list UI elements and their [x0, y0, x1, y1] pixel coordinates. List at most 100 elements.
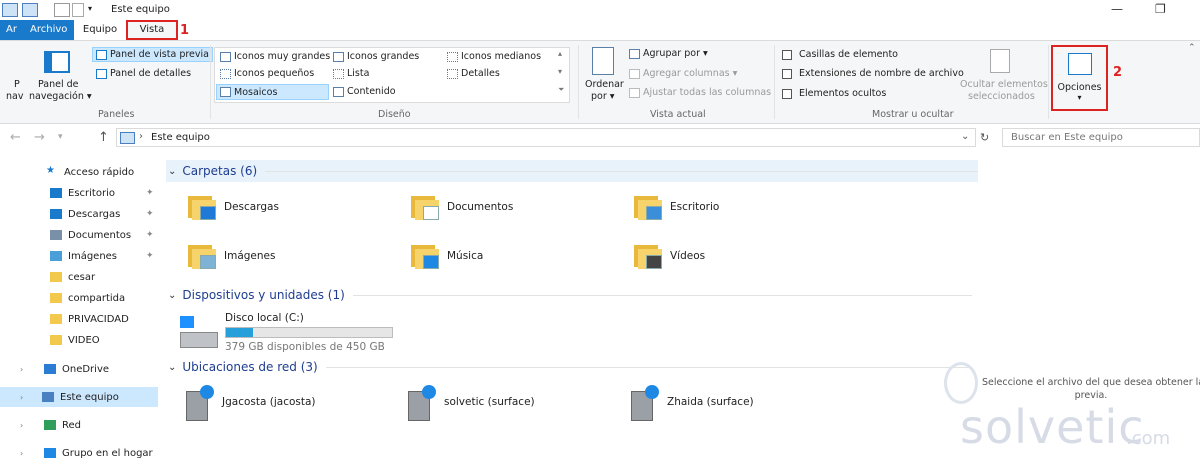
- folder-tile[interactable]: Imágenes: [186, 241, 275, 271]
- checkbox[interactable]: [782, 49, 792, 60]
- navigation-pane-button[interactable]: navegación ▾: [29, 91, 92, 102]
- sidebar-item-label: Acceso rápido: [64, 166, 135, 178]
- layout-large-icons[interactable]: Iconos grandes: [333, 51, 419, 62]
- sidebar-item[interactable]: Descargas ✦: [0, 204, 158, 224]
- restore-icon[interactable]: ❐: [1155, 2, 1166, 16]
- checkbox[interactable]: [782, 68, 792, 79]
- details-pane-button[interactable]: Panel de detalles: [96, 68, 191, 79]
- sidebar-item[interactable]: › Este equipo: [0, 387, 158, 407]
- item-checkboxes-toggle[interactable]: Casillas de elemento: [782, 49, 898, 60]
- chevron-down-icon: ⌄: [168, 289, 177, 301]
- layout-medium-icons[interactable]: Iconos medianos: [447, 51, 541, 62]
- pin-icon[interactable]: ✦: [146, 209, 154, 219]
- search-input[interactable]: Buscar en Este equipo: [1002, 128, 1200, 147]
- tab-archivo[interactable]: Ar Archivo: [0, 20, 74, 40]
- folder-tile[interactable]: Documentos: [409, 192, 513, 222]
- divider: [352, 294, 972, 296]
- sidebar-item-icon: ★: [46, 165, 55, 176]
- preview-pane-button[interactable]: Panel de vista previa: [92, 47, 213, 62]
- layout-list[interactable]: Lista: [333, 68, 369, 79]
- layout-tiles[interactable]: Mosaicos: [216, 84, 329, 100]
- sidebar-item[interactable]: Imágenes ✦: [0, 246, 158, 266]
- minimize-icon[interactable]: —: [1111, 2, 1123, 16]
- gallery-expand-icon[interactable]: ⏷: [558, 85, 564, 95]
- gallery-scroll-up-icon[interactable]: ▴: [558, 49, 562, 58]
- folder-tile[interactable]: Vídeos: [632, 241, 705, 271]
- group-by-button[interactable]: Agrupar por ▾: [629, 48, 708, 59]
- folder-tile[interactable]: Música: [409, 241, 483, 271]
- section-title: Dispositivos y unidades (1): [182, 288, 345, 302]
- pin-icon[interactable]: ✦: [146, 251, 154, 261]
- sort-by-label[interactable]: Ordenar: [585, 79, 624, 90]
- breadcrumb[interactable]: Este equipo: [151, 132, 210, 143]
- collapse-ribbon-icon[interactable]: ⌃: [1188, 43, 1196, 53]
- layout-label: Iconos muy grandes: [234, 51, 331, 62]
- sidebar-item[interactable]: cesar: [0, 267, 158, 287]
- layout-details[interactable]: Detalles: [447, 68, 500, 79]
- layout-extra-large-icons[interactable]: Iconos muy grandes: [220, 51, 330, 62]
- quick-access-dropdown-icon[interactable]: ▾: [88, 4, 98, 16]
- expand-chevron-icon[interactable]: ›: [20, 421, 23, 430]
- chevron-down-icon: ▾: [732, 68, 738, 79]
- new-folder-icon[interactable]: [72, 3, 84, 17]
- section-carpetas[interactable]: ⌄ Carpetas (6): [166, 160, 978, 182]
- sidebar-item[interactable]: Documentos ✦: [0, 225, 158, 245]
- address-bar[interactable]: › Este equipo ⌄: [116, 128, 976, 147]
- breadcrumb-chevron-icon[interactable]: ›: [139, 131, 143, 142]
- gallery-scroll-down-icon[interactable]: ▾: [558, 67, 562, 76]
- sidebar-item[interactable]: › Red: [0, 415, 158, 435]
- hidden-items-toggle[interactable]: Elementos ocultos: [782, 88, 886, 99]
- fit-columns-button[interactable]: Ajustar todas las columnas: [629, 87, 771, 98]
- sidebar-item[interactable]: › Grupo en el hogar: [0, 443, 158, 463]
- preview-message-line1: Seleccione el archivo del que desea obte…: [982, 377, 1200, 388]
- expand-chevron-icon[interactable]: ›: [20, 393, 23, 402]
- layout-content[interactable]: Contenido: [333, 86, 396, 97]
- expand-chevron-icon[interactable]: ›: [20, 449, 23, 458]
- network-computer-icon: [629, 385, 659, 421]
- separator: [210, 45, 211, 119]
- folder-label: Escritorio: [670, 201, 720, 213]
- navigation-pane-label[interactable]: Panel de: [38, 79, 79, 90]
- sidebar-item[interactable]: VIDEO: [0, 330, 158, 350]
- network-location-tile[interactable]: Zhaida (surface): [629, 385, 754, 421]
- forward-arrow-icon[interactable]: →: [34, 130, 45, 145]
- annotation-mark-2: 2: [1113, 65, 1123, 80]
- sidebar-item-icon: [50, 209, 62, 219]
- group-mostrar-ocultar: Mostrar u ocultar: [872, 109, 954, 120]
- network-location-tile[interactable]: solvetic (surface): [406, 385, 535, 421]
- folder-tile[interactable]: Descargas: [186, 192, 279, 222]
- file-extensions-toggle[interactable]: Extensiones de nombre de archivo: [782, 68, 964, 79]
- expand-chevron-icon[interactable]: ›: [20, 365, 23, 374]
- folder-tile[interactable]: Escritorio: [632, 192, 719, 222]
- hide-selected-label[interactable]: Ocultar elementos: [960, 79, 1048, 90]
- drive-tile[interactable]: Disco local (C:) 379 GB disponibles de 4…: [180, 312, 393, 353]
- refresh-icon[interactable]: ↻: [980, 131, 989, 144]
- sort-by-icon[interactable]: [592, 47, 614, 75]
- sidebar-item[interactable]: Escritorio ✦: [0, 183, 158, 203]
- sidebar-item[interactable]: compartida: [0, 288, 158, 308]
- sidebar-item[interactable]: ★ Acceso rápido: [0, 162, 158, 182]
- pin-icon[interactable]: ✦: [146, 230, 154, 240]
- add-columns-button[interactable]: Agregar columnas ▾: [629, 68, 737, 79]
- network-location-tile[interactable]: Jgacosta (jacosta): [184, 385, 316, 421]
- properties-icon[interactable]: [54, 3, 70, 17]
- tab-equipo[interactable]: Equipo: [76, 20, 124, 40]
- sidebar-item[interactable]: › OneDrive: [0, 359, 158, 379]
- options-button[interactable]: Opciones ▾: [1051, 45, 1108, 111]
- tab-vista[interactable]: Vista: [126, 20, 178, 40]
- back-arrow-icon[interactable]: ←: [10, 130, 21, 145]
- up-arrow-icon[interactable]: ↑: [98, 130, 109, 145]
- section-red[interactable]: ⌄ Ubicaciones de red (3): [166, 359, 972, 375]
- section-dispositivos[interactable]: ⌄ Dispositivos y unidades (1): [166, 287, 972, 303]
- checkbox[interactable]: [782, 88, 792, 99]
- sidebar-item-label: VIDEO: [68, 334, 100, 346]
- recent-locations-icon[interactable]: ▾: [58, 132, 63, 142]
- computer-icon[interactable]: [22, 3, 38, 17]
- hide-selected-icon[interactable]: [990, 49, 1010, 73]
- pin-icon[interactable]: ✦: [146, 188, 154, 198]
- layout-small-icons[interactable]: Iconos pequeños: [220, 68, 314, 79]
- sidebar-item[interactable]: PRIVACIDAD: [0, 309, 158, 329]
- address-dropdown-icon[interactable]: ⌄: [961, 131, 969, 142]
- navigation-pane-icon[interactable]: [44, 51, 70, 73]
- sort-by-button[interactable]: por ▾: [591, 91, 615, 102]
